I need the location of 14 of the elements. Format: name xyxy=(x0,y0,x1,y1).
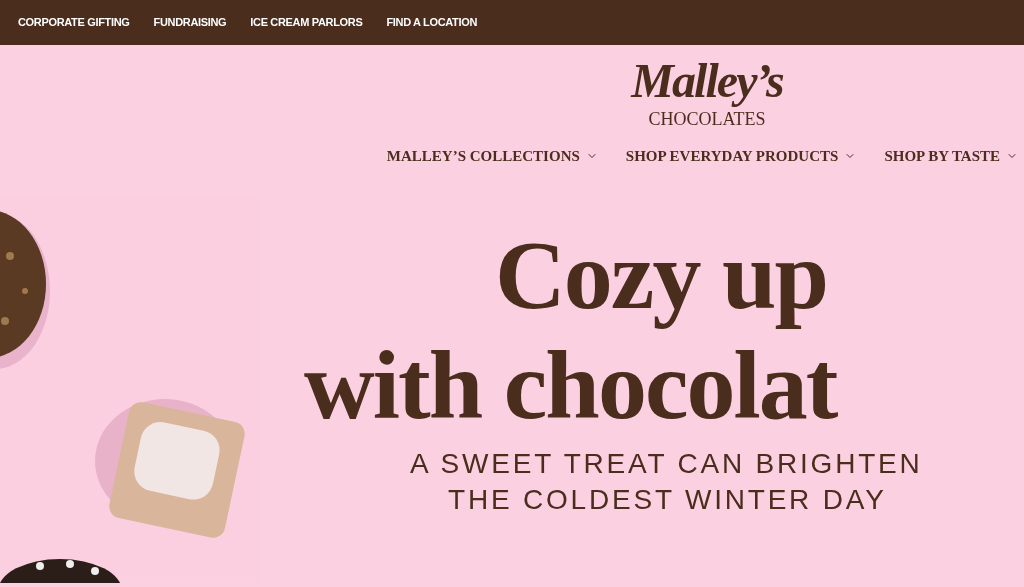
top-bar-link[interactable]: CORPORATE GIFTING xyxy=(18,14,130,31)
top-bar-link[interactable]: FIND A LOCATION xyxy=(386,14,477,31)
logo-subtitle: CHOCOLATES xyxy=(648,109,766,129)
top-bar-link[interactable]: FUNDRAISING xyxy=(153,14,227,31)
logo-script: Malley’s xyxy=(631,53,783,109)
nav-menu-item[interactable]: SHOP BY TASTE xyxy=(884,145,1018,168)
nav-menu-item[interactable]: SHOP EVERYDAY PRODUCTS xyxy=(625,145,857,168)
brand-logo[interactable]: Malley’s CHOCOLATES xyxy=(631,53,783,129)
hero-subheadline: THE COLDEST WINTER DAY xyxy=(447,482,888,517)
top-bar-link[interactable]: ICE CREAM PARLORS xyxy=(250,14,363,31)
nav-menu-item[interactable]: MALLEY’S COLLECTIONS xyxy=(386,145,598,168)
hero-headline: with chocolat xyxy=(303,329,839,440)
hero-subheadline: A SWEET TREAT CAN BRIGHTEN xyxy=(409,446,923,481)
hero-headline: Cozy up xyxy=(494,219,829,330)
